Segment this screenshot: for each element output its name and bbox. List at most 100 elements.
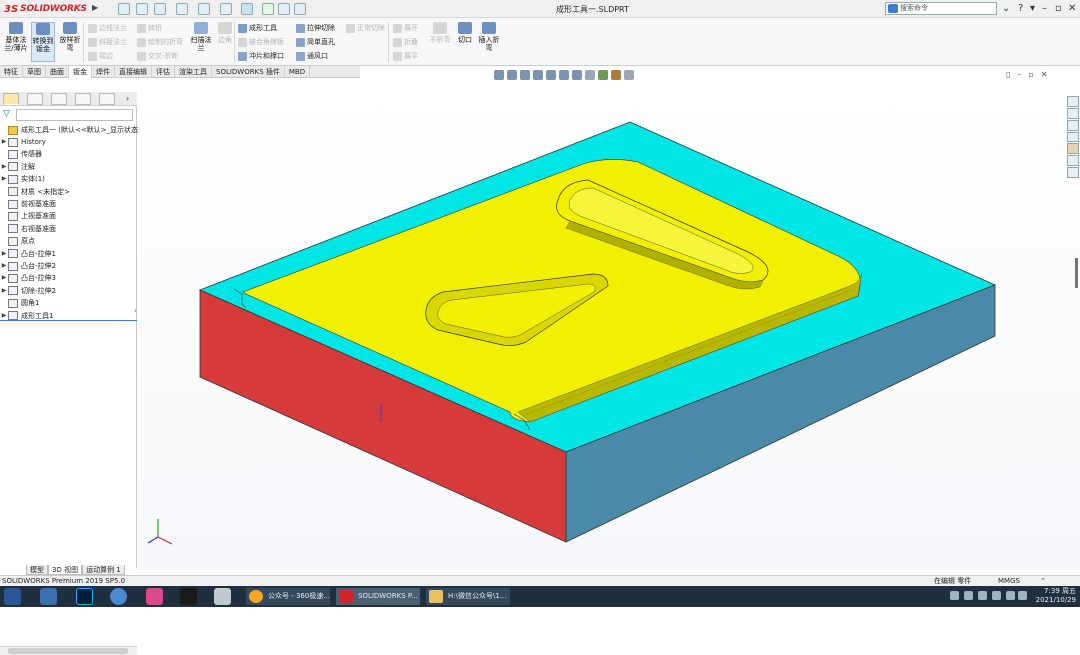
image-app-icon[interactable] [146, 588, 163, 605]
apply-scene-icon[interactable] [611, 70, 621, 80]
expand-arrow-icon[interactable]: ▶ [0, 260, 8, 272]
volume-icon[interactable] [1006, 591, 1015, 600]
expand-arrow-icon[interactable]: ▶ [0, 173, 8, 185]
tray-app-icon[interactable] [964, 591, 973, 600]
screenshot-app-icon[interactable] [214, 588, 231, 605]
property-manager-tab-icon[interactable] [27, 93, 43, 105]
tree-item[interactable]: ▶ 凸台-拉伸3 [0, 272, 56, 284]
no-bends-button[interactable]: 不折弯 [428, 22, 452, 44]
taskbar-folder-window[interactable]: H:\微信公众号\1... [426, 588, 510, 605]
insert-bends-button[interactable]: 插入折弯 [476, 22, 502, 52]
tray-app-icon[interactable] [950, 591, 959, 600]
graphics-scroll-marker[interactable] [1075, 258, 1078, 288]
help-dropdown-icon[interactable]: ▾ [1030, 3, 1035, 14]
hem-button[interactable]: 褶边 [88, 50, 113, 62]
new-document-icon[interactable] [136, 3, 148, 15]
cross-break-button[interactable]: 交叉-折断 [137, 50, 179, 62]
miter-flange-button[interactable]: 斜接法兰 [88, 36, 127, 48]
dimxpert-manager-tab-icon[interactable] [75, 93, 91, 105]
tab-3d-views[interactable]: 3D 视图 [48, 565, 83, 575]
tab-render-tools[interactable]: 渲染工具 [175, 66, 212, 78]
tree-item[interactable]: 圆角1 [0, 297, 39, 309]
browser-icon[interactable] [110, 588, 127, 605]
tab-direct-editing[interactable]: 直接编辑 [115, 66, 152, 78]
tab-mbd[interactable]: MBD [285, 66, 311, 78]
solidworks-forum-icon[interactable] [1067, 167, 1079, 179]
tree-item[interactable]: 上视基准面 [0, 210, 56, 222]
jog-button[interactable]: 转折 [137, 22, 162, 34]
tree-item[interactable]: ▶ 注解 [0, 161, 35, 173]
undo-icon[interactable] [220, 3, 232, 15]
tree-item[interactable]: ▶ 成形工具1 [0, 310, 53, 322]
taskbar-solidworks-window[interactable]: SOLIDWORKS P... [336, 588, 420, 605]
system-clock[interactable]: 7:39 周五 2021/10/29 [1030, 587, 1076, 605]
vent-button[interactable]: 通风口 [296, 50, 328, 62]
expand-arrow-icon[interactable]: ▶ [0, 285, 8, 297]
feature-tree-scrollbar[interactable] [0, 646, 137, 655]
section-view-icon[interactable] [533, 70, 543, 80]
tray-chevron-icon[interactable] [978, 591, 987, 600]
tree-item[interactable]: ▶ History [0, 136, 46, 148]
graphics-area[interactable] [138, 82, 1080, 570]
close-document-icon[interactable]: ✕ [1041, 70, 1048, 79]
tree-item[interactable]: ▶ 实体(1) [0, 173, 45, 185]
custom-properties-icon[interactable] [1067, 155, 1079, 167]
solidworks-resources-icon[interactable] [1067, 96, 1079, 107]
forming-tool-button[interactable]: 成形工具 [238, 22, 277, 34]
gusset-button[interactable]: 被合角撑板 [238, 36, 284, 48]
start-menu-icon[interactable] [4, 588, 21, 605]
rip-button[interactable]: 切口 [453, 22, 477, 44]
close-window-icon[interactable]: ✕ [1068, 3, 1076, 14]
swept-flange-button[interactable]: 扫描法兰 [189, 22, 213, 52]
tab-features[interactable]: 特征 [0, 66, 23, 78]
zoom-to-fit-icon[interactable] [494, 70, 504, 80]
select-icon[interactable] [241, 3, 253, 15]
normal-cut-button[interactable]: 正常切除 [346, 22, 385, 34]
flatten-button[interactable]: 展平 [393, 50, 418, 62]
simple-hole-button[interactable]: 简单直孔 [296, 36, 335, 48]
tree-item[interactable]: 右视基准面 [0, 223, 56, 235]
sketched-bend-button[interactable]: 绘制的折弯 [137, 36, 183, 48]
scrollbar-thumb[interactable] [8, 648, 128, 654]
fold-button[interactable]: 折叠 [393, 36, 418, 48]
expand-arrow-icon[interactable]: ▶ [0, 310, 8, 322]
tree-item[interactable]: 传感器 [0, 148, 42, 160]
tab-sheet-metal[interactable]: 钣金 [69, 66, 92, 78]
configuration-manager-tab-icon[interactable] [51, 93, 67, 105]
help-icon[interactable]: ? [1018, 3, 1023, 14]
tab-sketch[interactable]: 草图 [23, 66, 46, 78]
base-flange-button[interactable]: 基体法兰/薄片 [4, 22, 28, 52]
design-library-icon[interactable] [1067, 107, 1079, 119]
options-gear-icon[interactable] [294, 3, 306, 15]
minimize-window-icon[interactable]: – [1042, 3, 1047, 14]
file-explorer-icon[interactable] [1067, 119, 1079, 131]
tree-item[interactable]: ▶ 切除-拉伸2 [0, 285, 56, 297]
display-manager-tab-icon[interactable] [99, 93, 115, 105]
tab-model[interactable]: 模型 [26, 565, 48, 575]
expand-arrow-icon[interactable]: ▶ [0, 272, 8, 284]
menu-expand-arrow-icon[interactable]: ▶ [92, 3, 98, 12]
file-properties-icon[interactable] [278, 3, 290, 15]
edit-appearance-icon[interactable] [598, 70, 608, 80]
save-icon[interactable] [176, 3, 188, 15]
tab-and-slot-button[interactable]: 冲片和撑口 [238, 50, 284, 62]
print-icon[interactable] [198, 3, 210, 15]
previous-view-icon[interactable] [520, 70, 530, 80]
unfold-button[interactable]: 展开 [393, 22, 418, 34]
zoom-to-area-icon[interactable] [507, 70, 517, 80]
panel-expand-arrow-icon[interactable]: › [126, 94, 129, 103]
convert-to-sheet-metal-button[interactable]: 转换到钣金 [31, 22, 55, 62]
tree-item[interactable]: ▶ 凸台-拉伸2 [0, 260, 56, 272]
tree-item[interactable]: 原点 [0, 235, 35, 247]
taskbar-browser-window[interactable]: 公众号 - 360极速... [246, 588, 330, 605]
taskbar-app-icon[interactable] [40, 588, 57, 605]
expand-arrow-icon[interactable]: ▶ [0, 161, 8, 173]
restore-document-icon[interactable]: ▫ [1028, 70, 1033, 79]
extruded-cut-button[interactable]: 拉伸切除 [296, 22, 335, 34]
input-method-icon[interactable] [1018, 591, 1027, 600]
tab-weldments[interactable]: 焊件 [92, 66, 115, 78]
search-dropdown-icon[interactable]: ⌄ [1002, 3, 1010, 14]
home-icon[interactable] [118, 3, 130, 15]
tree-item[interactable]: 前视基准面 [0, 198, 56, 210]
tab-surfaces[interactable]: 曲面 [46, 66, 69, 78]
